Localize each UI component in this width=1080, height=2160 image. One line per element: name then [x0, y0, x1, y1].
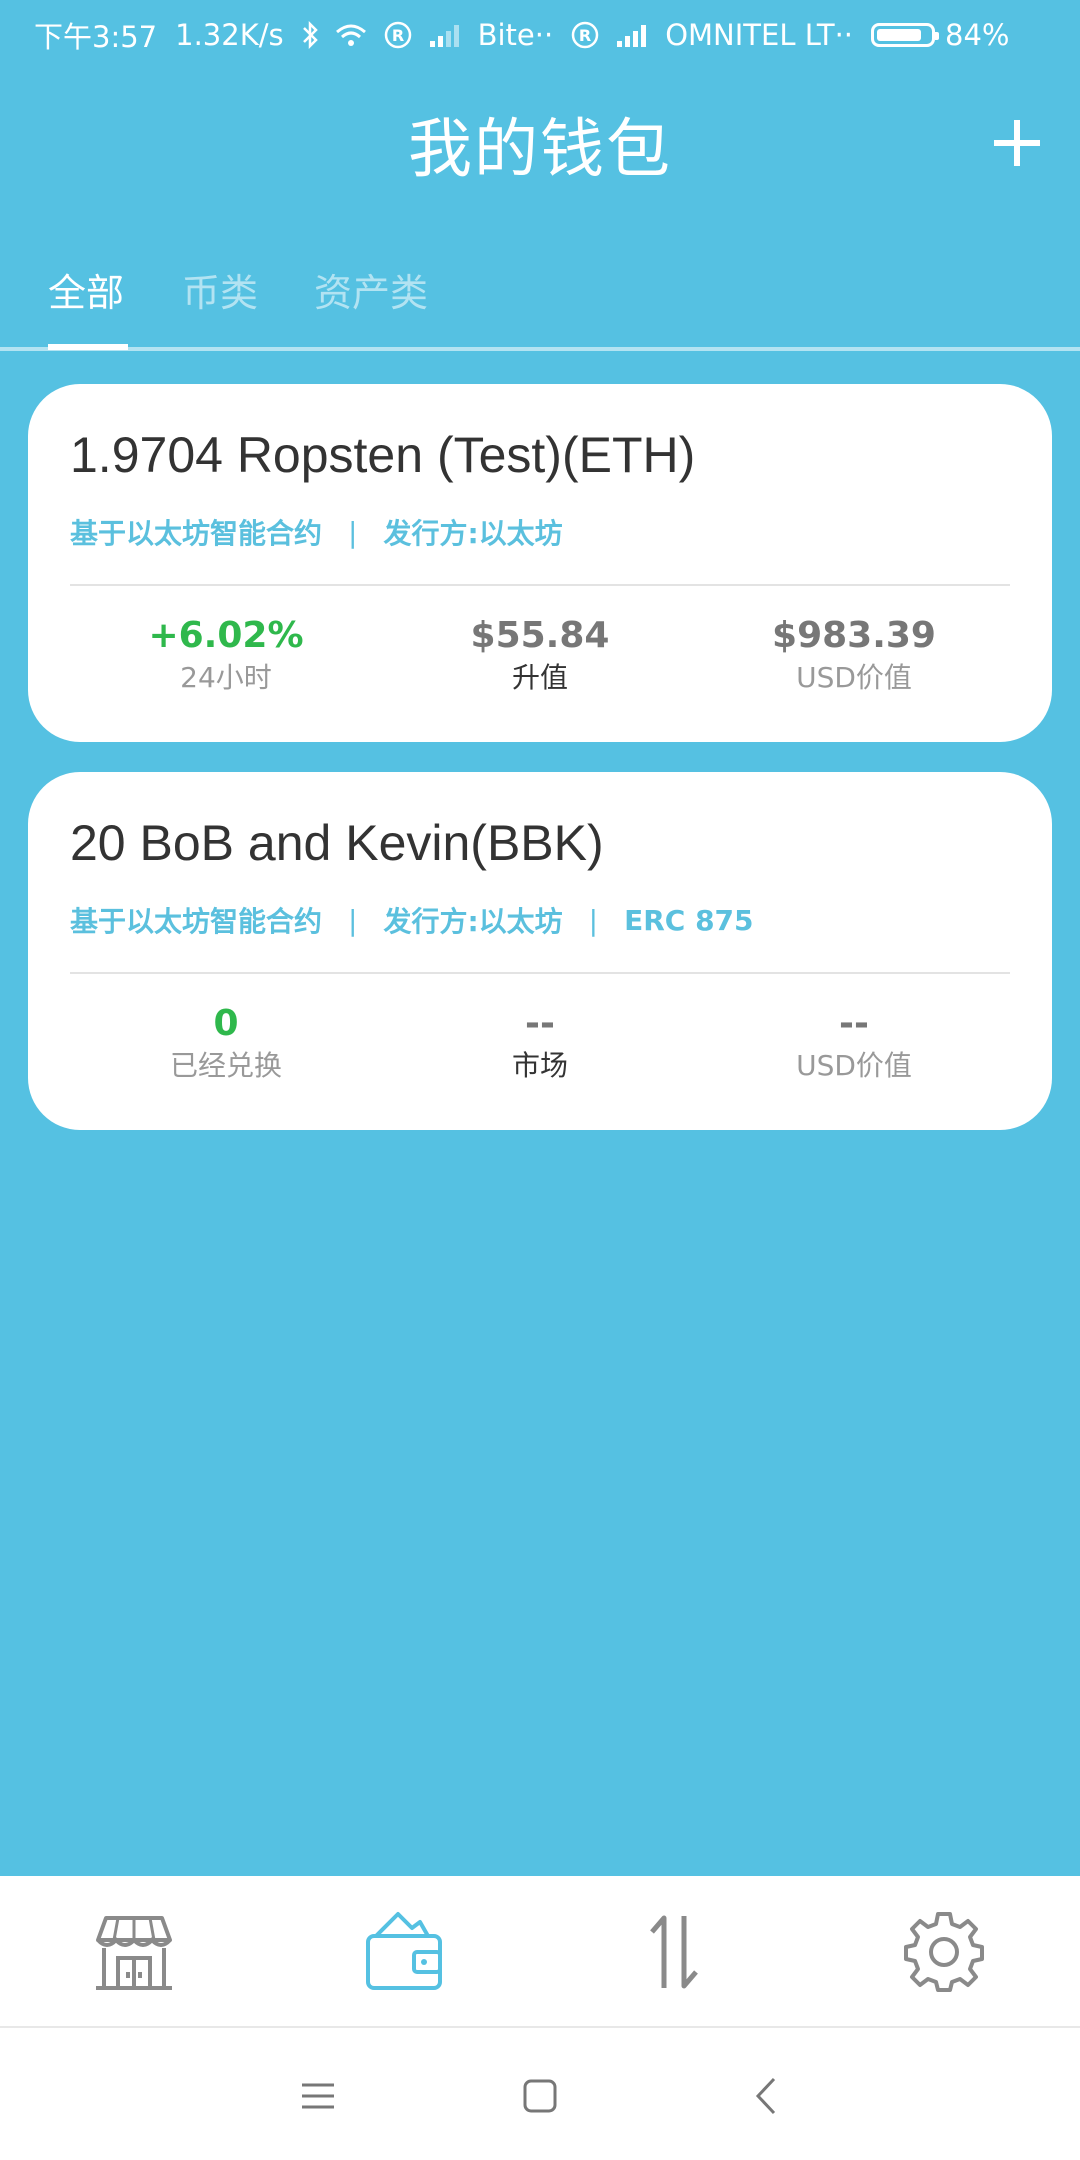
meta-separator: |: [348, 515, 358, 549]
system-menu-button[interactable]: [288, 2066, 348, 2126]
nav-marketplace[interactable]: [92, 1910, 176, 1994]
carrier-1: Bite··: [477, 18, 554, 52]
tab-all[interactable]: 全部: [48, 262, 124, 317]
stat-label: USD价值: [796, 1049, 912, 1082]
stat-value: $55.84: [470, 615, 610, 656]
registered-icon: R: [571, 21, 599, 49]
stat-appreciation: $55.84 升值: [390, 614, 690, 698]
card-divider: [70, 584, 1010, 586]
token-contract-type: 基于以太坊智能合约: [70, 905, 323, 938]
status-network-speed: 1.32K/s: [175, 18, 284, 52]
bottom-nav: [0, 1876, 1080, 2028]
wallet-icon: [366, 1912, 442, 1990]
status-time: 下午3:57: [34, 20, 158, 54]
signal-icon: [428, 23, 462, 47]
svg-text:R: R: [579, 26, 591, 45]
signal-icon: [615, 23, 649, 47]
stat-label: USD价值: [796, 661, 912, 694]
stat-label: 已经兑换: [169, 1049, 282, 1082]
stat-value: --: [839, 1003, 869, 1044]
carrier-2: OMNITEL LT··: [665, 18, 854, 52]
system-back-button[interactable]: [736, 2066, 796, 2126]
home-icon: [523, 2079, 557, 2113]
stat-value: --: [525, 1003, 555, 1044]
menu-icon: [302, 2083, 334, 2109]
stat-label: 升值: [511, 661, 568, 694]
stat-value: $983.39: [772, 615, 936, 656]
tabs-divider: [0, 347, 1080, 351]
add-token-button[interactable]: [994, 120, 1040, 166]
battery-percent: 84%: [945, 18, 1010, 52]
token-issuer: 发行方:以太坊: [383, 517, 563, 550]
wifi-icon: [334, 22, 368, 48]
token-card-eth[interactable]: 1.9704 Ropsten (Test)(ETH) 基于以太坊智能合约 | 发…: [28, 384, 1052, 742]
tab-assets[interactable]: 资产类: [314, 262, 428, 317]
token-issuer: 发行方:以太坊: [383, 905, 563, 938]
card-divider: [70, 972, 1010, 974]
back-icon: [755, 2077, 776, 2115]
nav-settings[interactable]: [902, 1910, 986, 1994]
stat-market: -- 市场: [390, 1002, 690, 1086]
battery-icon: [871, 23, 940, 47]
token-card-bbk[interactable]: 20 BoB and Kevin(BBK) 基于以太坊智能合约 | 发行方:以太…: [28, 772, 1052, 1130]
meta-separator: |: [588, 903, 599, 937]
page-title: 我的钱包: [408, 113, 672, 187]
app-header: 我的钱包: [0, 70, 1080, 210]
stat-value: +6.02%: [148, 615, 304, 656]
bluetooth-icon: [302, 21, 318, 49]
stat-usd-value: -- USD价值: [704, 1002, 1004, 1086]
token-contract-type: 基于以太坊智能合约: [70, 517, 323, 550]
system-nav-bar: [0, 2028, 1080, 2160]
svg-text:R: R: [391, 26, 403, 45]
meta-separator: |: [348, 903, 358, 937]
stat-label: 24小时: [180, 661, 272, 694]
token-name: 1.9704 Ropsten (Test)(ETH): [70, 427, 696, 483]
stat-usd-value: $983.39 USD价值: [704, 614, 1004, 698]
token-meta: 基于以太坊智能合约 | 发行方:以太坊: [70, 512, 563, 552]
store-icon: [96, 1916, 172, 1990]
battery-fill: [877, 29, 921, 41]
token-meta: 基于以太坊智能合约 | 发行方:以太坊 | ERC 875: [70, 900, 754, 940]
stat-redeemed: 0 已经兑换: [76, 1002, 376, 1086]
system-home-button[interactable]: [510, 2066, 570, 2126]
nav-transactions[interactable]: [632, 1910, 716, 1994]
transfer-icon: [650, 1915, 698, 1989]
settings-icon: [904, 1912, 984, 1992]
stat-24h-change: +6.02% 24小时: [76, 614, 376, 698]
status-bar: 下午3:57 1.32K/s R Bite·· R OMNITEL LT·· 8…: [0, 0, 1080, 70]
token-name: 20 BoB and Kevin(BBK): [70, 815, 604, 871]
stat-label: 市场: [511, 1049, 568, 1082]
nav-wallet[interactable]: [362, 1910, 446, 1994]
tab-coins[interactable]: 币类: [182, 262, 258, 317]
token-standard: ERC 875: [624, 903, 754, 937]
registered-icon: R: [384, 21, 412, 49]
stat-value: 0: [213, 1003, 239, 1044]
category-tabs: 全部 币类 资产类: [0, 250, 1080, 350]
